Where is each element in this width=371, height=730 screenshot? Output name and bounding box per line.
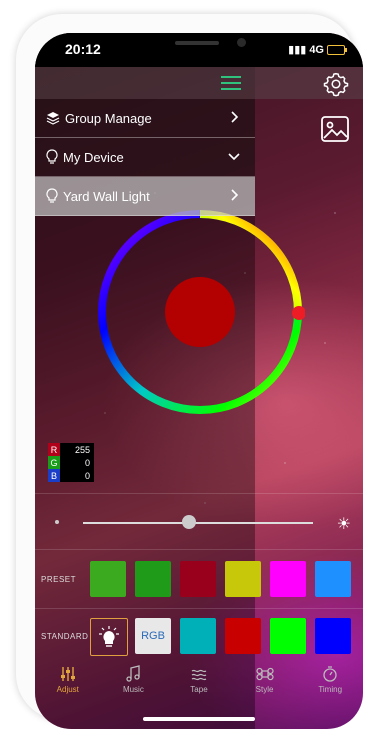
brightness-low-icon: [55, 520, 59, 524]
preset-color-swatch[interactable]: [90, 561, 126, 597]
tab-label: Music: [122, 685, 144, 694]
standard-color-swatch[interactable]: [180, 618, 216, 654]
tab-label: Timing: [318, 685, 343, 694]
g-value: 0: [60, 456, 94, 469]
speaker: [175, 41, 219, 45]
b-label: B: [48, 469, 60, 482]
standard-color-swatch[interactable]: [315, 618, 351, 654]
picture-icon[interactable]: [319, 113, 351, 145]
status-indicators: ▮▮▮ 4G: [288, 43, 347, 56]
command-icon: [255, 667, 274, 681]
gear-icon[interactable]: [323, 71, 349, 97]
chevron-right-icon: [231, 111, 239, 123]
menu-item-my-device[interactable]: My Device: [35, 138, 255, 177]
tab-label: Tape: [190, 685, 208, 694]
tab-bar: Adjust Music Tape Style Timing: [35, 665, 363, 705]
preset-color-swatch[interactable]: [270, 561, 306, 597]
brightness-track[interactable]: [83, 522, 313, 524]
tab-style[interactable]: Style: [232, 665, 298, 705]
chevron-down-icon: [228, 153, 240, 161]
timer-icon: [323, 666, 337, 682]
device-menu: Group Manage My Device Yard Wall Light: [35, 99, 255, 216]
color-wheel[interactable]: [95, 207, 306, 417]
status-time: 20:12: [65, 41, 101, 57]
preset-color-swatch[interactable]: [225, 561, 261, 597]
notch: [107, 33, 287, 63]
bulb-icon: [99, 626, 119, 647]
brightness-high-icon: ☀: [336, 516, 351, 533]
network-label: 4G: [309, 43, 324, 56]
preset-color-swatch[interactable]: [315, 561, 351, 597]
tab-adjust[interactable]: Adjust: [35, 665, 101, 705]
signal-icon: ▮▮▮: [288, 44, 307, 56]
menu-item-yard-wall-light[interactable]: Yard Wall Light: [35, 177, 255, 216]
standard-bulb-button[interactable]: [90, 618, 128, 656]
standard-rgb-button[interactable]: RGB: [135, 618, 171, 654]
r-label: R: [48, 443, 60, 456]
music-note-icon: [126, 665, 141, 682]
standard-label: STANDARD: [41, 632, 89, 641]
preset-color-swatch[interactable]: [135, 561, 171, 597]
menu-item-label: Group Manage: [65, 110, 152, 126]
bulb-icon: [46, 149, 58, 164]
brightness-slider[interactable]: ☀: [35, 505, 363, 541]
b-value: 0: [60, 469, 94, 482]
camera: [237, 38, 246, 47]
divider: [35, 608, 363, 609]
rgb-readout: R 255 G0 B0: [48, 443, 94, 482]
tab-music[interactable]: Music: [101, 665, 167, 705]
menu-item-label: Yard Wall Light: [63, 188, 150, 204]
bulb-icon: [46, 188, 58, 203]
sliders-icon: [60, 667, 75, 681]
preset-label: PRESET: [41, 575, 77, 584]
waves-icon: [191, 669, 207, 681]
selected-color-preview: [165, 277, 235, 347]
tab-label: Adjust: [56, 685, 79, 694]
divider: [35, 493, 363, 494]
top-bar: [35, 67, 363, 99]
tab-tape[interactable]: Tape: [166, 665, 232, 705]
r-value: 255: [60, 443, 94, 456]
preset-color-swatch[interactable]: [180, 561, 216, 597]
app-screen: 20:12 ▮▮▮ 4G Group Manage My Device Yard…: [35, 33, 363, 729]
divider: [35, 549, 363, 550]
standard-color-swatch[interactable]: [270, 618, 306, 654]
home-indicator[interactable]: [143, 717, 255, 721]
tab-label: Style: [255, 685, 274, 694]
menu-item-label: My Device: [63, 149, 124, 165]
g-label: G: [48, 456, 60, 469]
tab-timing[interactable]: Timing: [297, 665, 363, 705]
menu-item-group-manage[interactable]: Group Manage: [35, 99, 255, 138]
brightness-knob[interactable]: [181, 515, 196, 529]
standard-color-swatch[interactable]: [225, 618, 261, 654]
layers-icon: [46, 112, 60, 125]
list-menu-icon[interactable]: [221, 75, 241, 91]
chevron-right-icon: [231, 189, 239, 201]
battery-icon: [327, 44, 347, 55]
